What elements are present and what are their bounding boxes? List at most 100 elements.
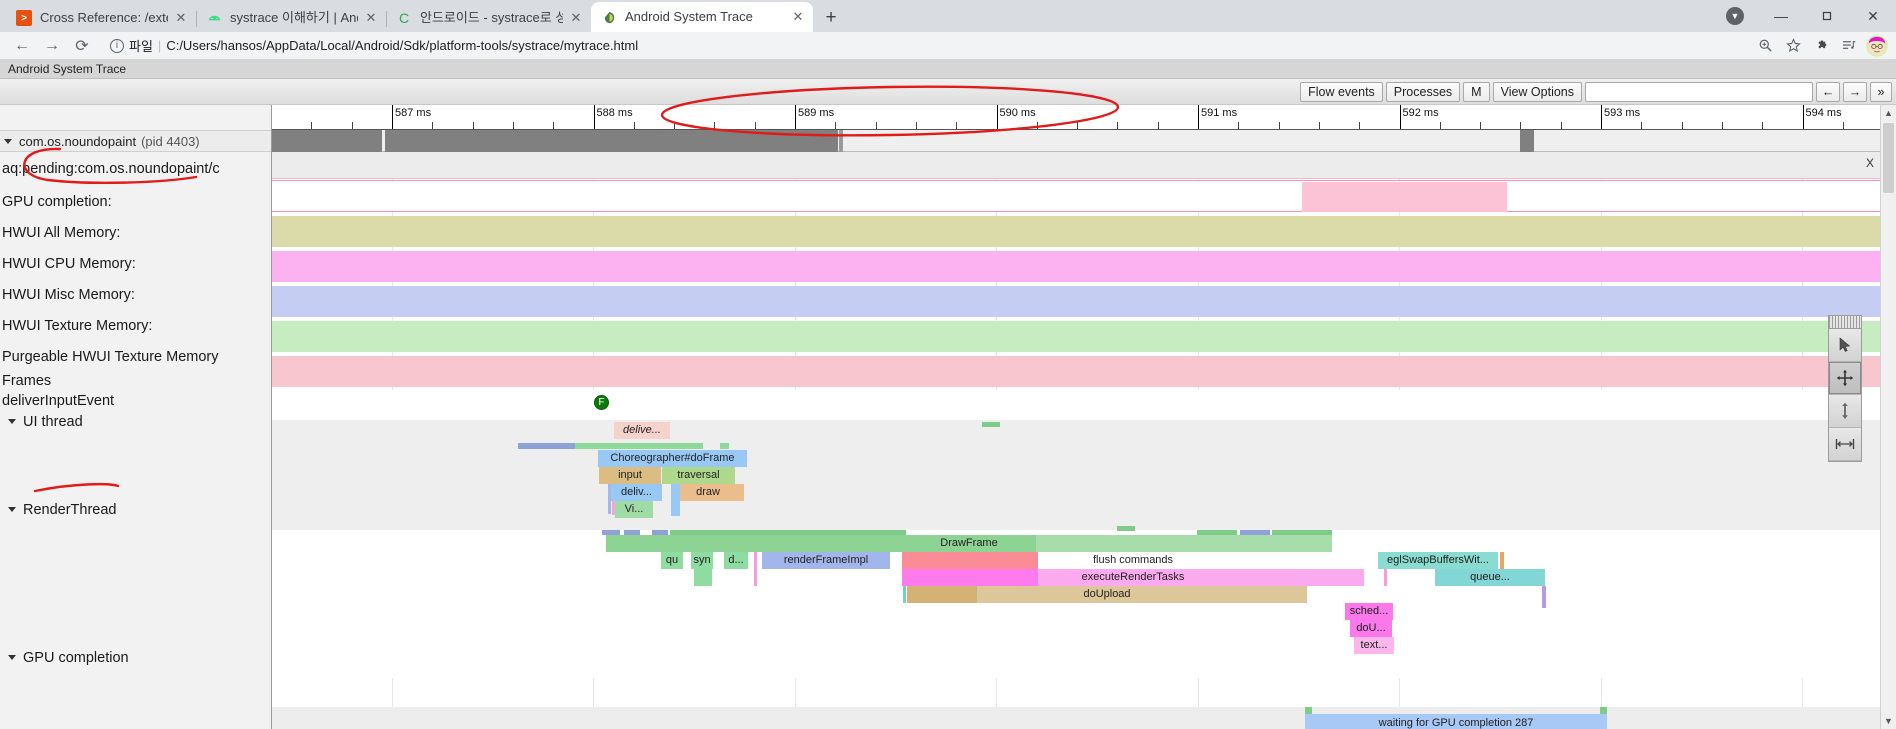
search-next-button[interactable]: →: [1843, 81, 1867, 102]
counter-track-hwui-all-memory[interactable]: [272, 216, 1896, 247]
slice-thin-magenta[interactable]: [1384, 569, 1387, 586]
gpu-completion-track[interactable]: waiting for GPU completion 287 waitForev…: [272, 707, 1896, 729]
flow-events-button[interactable]: Flow events: [1300, 81, 1383, 102]
counter-track-hwui-misc-memory[interactable]: [272, 286, 1896, 317]
search-prev-button[interactable]: ←: [1816, 81, 1840, 102]
slice-deliv[interactable]: deliv...: [611, 484, 662, 501]
ruler-minor-tick: [1278, 122, 1280, 129]
frames-track[interactable]: F: [272, 390, 1896, 420]
slice-choreographer-doframe[interactable]: Choreographer#doFrame: [598, 450, 747, 467]
bookmark-star-icon[interactable]: [1780, 34, 1806, 58]
toolbox-drag-handle[interactable]: [1829, 316, 1861, 329]
slice-qu[interactable]: qu: [661, 552, 683, 569]
trace-canvas[interactable]: F delive... Choreographer#doFrame input …: [272, 152, 1896, 729]
timeline-overview[interactable]: [272, 130, 1896, 152]
slice-syn-child[interactable]: [694, 569, 712, 586]
slice-doupload[interactable]: doUpload: [907, 586, 1307, 603]
overview-right-handle[interactable]: [839, 130, 843, 152]
timeline-ruler[interactable]: 587 ms 588 ms 589 ms 590 ms 591 ms 592 ms 593 …: [272, 105, 1896, 130]
slice-d[interactable]: d...: [724, 552, 748, 569]
slice-flush-commands[interactable]: flush commands: [902, 552, 1364, 569]
tab-close-icon[interactable]: ✕: [172, 9, 190, 27]
chevron-down-icon[interactable]: [8, 419, 16, 424]
chevron-down-icon[interactable]: [8, 507, 16, 512]
window-maximize-button[interactable]: [1804, 0, 1850, 32]
forward-button[interactable]: →: [38, 34, 66, 58]
counter-track-gpu-completion[interactable]: [272, 180, 1896, 212]
slice-waiting-for-gpu-completion[interactable]: waiting for GPU completion 287: [1305, 714, 1607, 729]
window-close-button[interactable]: ✕: [1850, 0, 1896, 32]
overview-selection-b[interactable]: [385, 130, 838, 152]
browser-tab-1[interactable]: > Cross Reference: /external/skia/s ✕: [6, 4, 196, 32]
slice-thin-orange[interactable]: [1500, 552, 1504, 569]
metrics-button[interactable]: M: [1463, 81, 1490, 102]
browser-tab-3[interactable]: C 안드로이드 - systrace로 성능 분 ✕: [386, 4, 591, 32]
ui-thread-track[interactable]: Choreographer#doFrame input traversal de…: [272, 442, 1896, 530]
new-tab-button[interactable]: +: [817, 4, 845, 32]
view-options-button[interactable]: View Options: [1492, 81, 1582, 102]
process-close-button[interactable]: X: [1862, 152, 1878, 174]
ruler-label: 587 ms: [395, 107, 432, 119]
slice-dou[interactable]: doU...: [1350, 620, 1392, 637]
browser-tab-4-active[interactable]: Android System Trace ✕: [591, 2, 813, 32]
window-minimize-button[interactable]: —: [1758, 0, 1804, 32]
vertical-scrollbar[interactable]: ▲ ▼: [1880, 105, 1896, 729]
tab-close-icon[interactable]: ✕: [362, 9, 380, 27]
tab-close-icon[interactable]: ✕: [567, 9, 585, 27]
extensions-puzzle-icon[interactable]: [1808, 34, 1834, 58]
profile-chevron-button[interactable]: ▼: [1712, 0, 1758, 32]
reload-button[interactable]: ⟳: [68, 34, 96, 58]
profile-avatar[interactable]: [1866, 34, 1888, 57]
counter-track-hwui-cpu-memory[interactable]: [272, 251, 1896, 282]
pan-tool-icon[interactable]: [1829, 362, 1861, 395]
slice-sched[interactable]: sched...: [1345, 603, 1393, 620]
slice-thin-pink[interactable]: [754, 552, 757, 586]
more-options-button[interactable]: »: [1870, 81, 1892, 102]
sidebar-item-ui-thread[interactable]: UI thread: [0, 412, 271, 500]
frame-marker[interactable]: F: [594, 395, 609, 410]
counter-track-aq-pending[interactable]: [272, 152, 1896, 179]
deliver-input-event-track[interactable]: delive...: [272, 420, 1896, 442]
overview-selection-a[interactable]: [272, 130, 382, 152]
tab-close-icon[interactable]: ✕: [789, 8, 807, 26]
media-list-icon[interactable]: [1836, 34, 1862, 58]
page-info-icon[interactable]: i: [110, 38, 124, 53]
slice-thin-marker[interactable]: [608, 484, 611, 514]
slice-render-frame-impl[interactable]: renderFrameImpl: [762, 552, 890, 569]
render-thread-track[interactable]: DrawFrame DrawFrame qu syn d... renderFr…: [272, 526, 1896, 678]
sidebar-item-gpu-completion[interactable]: GPU completion: [0, 648, 271, 688]
slice-input[interactable]: input: [599, 467, 661, 484]
process-group-header[interactable]: com.os.noundopaint (pid 4403): [0, 130, 271, 152]
slice-syn[interactable]: syn: [691, 552, 713, 569]
sidebar-item-render-thread[interactable]: RenderThread: [0, 500, 271, 648]
scrollbar-thumb[interactable]: [1883, 123, 1894, 193]
slice-vi[interactable]: Vi...: [615, 501, 653, 518]
zoom-icon[interactable]: [1752, 34, 1778, 58]
address-bar[interactable]: i 파일 | C:/Users/hansos/AppData/Local/And…: [102, 35, 1750, 56]
counter-track-purgeable-hwui-texture-memory[interactable]: [272, 356, 1896, 387]
slice-deliver-input[interactable]: delive...: [614, 422, 670, 439]
counter-track-hwui-texture-memory[interactable]: [272, 321, 1896, 352]
processes-button[interactable]: Processes: [1385, 81, 1461, 102]
select-tool-icon[interactable]: [1829, 329, 1861, 362]
search-input[interactable]: [1585, 81, 1813, 102]
slice-thin-marker-blue[interactable]: [671, 484, 680, 516]
slice-text[interactable]: text...: [1354, 637, 1394, 654]
slice-thin-teal[interactable]: [903, 586, 906, 603]
browser-tab-2[interactable]: systrace 이해하기 | Android 오 ✕: [196, 4, 386, 32]
overview-marker[interactable]: [1520, 130, 1534, 152]
chevron-down-icon[interactable]: [4, 138, 12, 144]
zoom-vertical-tool-icon[interactable]: [1829, 395, 1861, 428]
slice-thin-purple[interactable]: [1542, 586, 1546, 608]
slice-traversal[interactable]: traversal: [662, 467, 735, 484]
slice-queue[interactable]: queue...: [1435, 569, 1545, 586]
slice-egl-swap-buffers[interactable]: eglSwapBuffersWit...: [1378, 552, 1498, 569]
chevron-down-icon[interactable]: [8, 655, 16, 660]
slice-draw[interactable]: draw: [672, 484, 744, 501]
slice-execute-render-tasks[interactable]: executeRenderTasks: [902, 569, 1364, 586]
scroll-down-arrow[interactable]: ▼: [1881, 713, 1896, 729]
zoom-horizontal-tool-icon[interactable]: [1829, 428, 1861, 461]
canvas-toolbox[interactable]: [1828, 315, 1862, 462]
scroll-up-arrow[interactable]: ▲: [1881, 105, 1896, 121]
back-button[interactable]: ←: [8, 34, 36, 58]
